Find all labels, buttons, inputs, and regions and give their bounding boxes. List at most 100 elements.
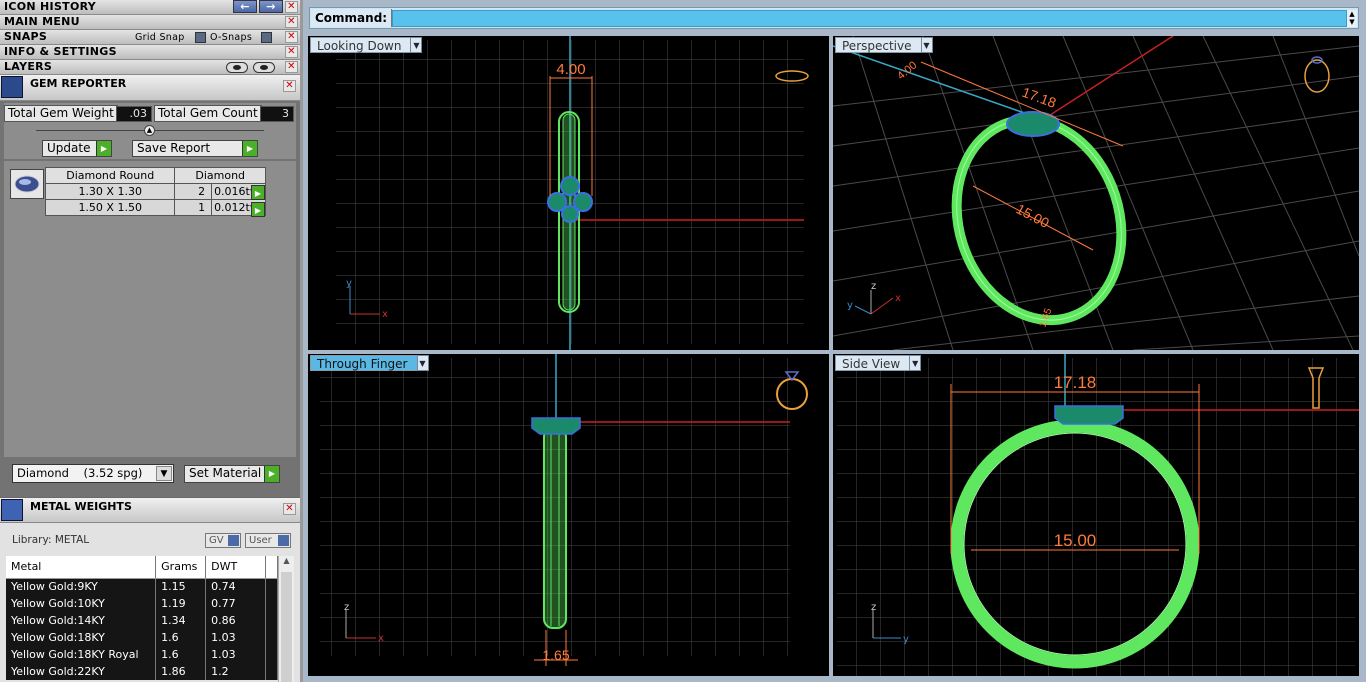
- scroll-arrows-icon[interactable]: ▲ ▼: [1347, 10, 1357, 27]
- gv-toggle[interactable]: GV: [205, 533, 241, 548]
- scrollbar[interactable]: ▲: [278, 556, 294, 682]
- close-icon[interactable]: ✕: [283, 503, 296, 515]
- grid-snap-label: Grid Snap: [135, 32, 185, 43]
- dim-persp-inner: 15.00: [1014, 201, 1053, 232]
- gem-reporter-panel: GEM REPORTER ✕ Total Gem Weight .03 Tota…: [0, 75, 300, 497]
- close-icon[interactable]: ✕: [285, 1, 298, 13]
- viewport-label[interactable]: Perspective ▼: [835, 37, 933, 53]
- viewport-label[interactable]: Side View ▼: [835, 355, 922, 371]
- ring-persp-icon[interactable]: [1304, 56, 1330, 93]
- layer-hide-icon[interactable]: [226, 62, 248, 73]
- table-row[interactable]: Yellow Gold:14KY 1.34 0.86: [6, 612, 278, 629]
- col-metal: Metal: [6, 556, 157, 579]
- dim-side-inner: 15.00: [1054, 531, 1097, 550]
- play-icon: ▶: [96, 141, 111, 156]
- metal-weights-icon: [1, 499, 23, 521]
- viewport-looking-down[interactable]: 4.00 x y Looking Down ▼: [308, 36, 829, 350]
- viewport-name: Perspective: [842, 39, 912, 53]
- perspective-canvas: 17.18 15.00 4.00 1.65 xzy: [833, 36, 1359, 350]
- update-label: Update: [47, 141, 91, 155]
- table-row[interactable]: 1.50 X 1.50 1 0.012tw: [44, 199, 266, 216]
- eye-icon[interactable]: [253, 62, 275, 73]
- close-icon[interactable]: ✕: [285, 16, 298, 28]
- metal-weights-panel: METAL WEIGHTS ✕ Library: METAL GV User M…: [0, 498, 300, 682]
- gem-size: 1.50 X 1.50: [44, 199, 176, 216]
- collapse-icon[interactable]: ▲: [144, 125, 155, 136]
- table-row[interactable]: 1.30 X 1.30 2 0.016tw: [44, 183, 266, 200]
- table-row[interactable]: Yellow Gold:22KY 1.86 1.2: [6, 663, 278, 680]
- close-icon[interactable]: ✕: [283, 80, 296, 92]
- chevron-down-icon[interactable]: ▼: [909, 355, 922, 371]
- chevron-down-icon[interactable]: ▼: [156, 466, 172, 481]
- chevron-down-icon[interactable]: ▼: [416, 355, 429, 371]
- viewport-name: Side View: [842, 357, 901, 371]
- gem-size: 1.30 X 1.30: [44, 183, 176, 200]
- metal-weights-header: METAL WEIGHTS ✕: [0, 498, 300, 523]
- info-settings-label: INFO & SETTINGS: [4, 45, 117, 58]
- info-settings-bar[interactable]: INFO & SETTINGS ✕: [0, 45, 300, 60]
- forward-arrow-icon[interactable]: →: [259, 0, 283, 13]
- table-row[interactable]: Yellow Gold:18KY 1.6 1.03: [6, 629, 278, 646]
- layers-bar[interactable]: LAYERS ✕: [0, 60, 300, 75]
- material-value: Diamond (3.52 spg): [17, 466, 143, 480]
- row-action-icon[interactable]: ▶: [251, 202, 265, 217]
- viewport-label[interactable]: Looking Down ▼: [310, 37, 423, 53]
- o-snaps-checkbox[interactable]: [261, 32, 272, 43]
- gv-label: GV: [209, 535, 224, 546]
- save-report-button[interactable]: Save Report ▶: [132, 140, 258, 157]
- scroll-thumb[interactable]: [281, 572, 292, 682]
- user-label: User: [249, 535, 272, 546]
- dim-band-width: 1.65: [542, 647, 569, 663]
- table-row[interactable]: Yellow Gold:18KY Royal 1.6 1.03: [6, 646, 278, 663]
- svg-text:x: x: [378, 633, 384, 644]
- chevron-down-icon[interactable]: ▼: [410, 37, 423, 53]
- svg-text:z: z: [871, 281, 876, 292]
- row-action-icon[interactable]: ▶: [251, 185, 265, 200]
- left-panel: ICON HISTORY ← → ✕ MAIN MENU ✕ SNAPS Grid…: [0, 0, 300, 682]
- gem-table: Diamond Round Diamond 1.30 X 1.30 2 0.016tw…: [44, 167, 266, 216]
- gem-reporter-title: GEM REPORTER: [30, 77, 127, 90]
- snaps-bar[interactable]: SNAPS Grid Snap O-Snaps ✕: [0, 30, 300, 45]
- viewport-side-view[interactable]: 17.18 15.00 y z Side View ▼: [833, 354, 1359, 676]
- scroll-up-icon[interactable]: ▲: [279, 556, 294, 565]
- gem-reporter-icon: [1, 76, 23, 98]
- main-menu-label: MAIN MENU: [4, 15, 80, 28]
- user-toggle[interactable]: User: [245, 533, 291, 548]
- chevron-down-icon[interactable]: ▼: [920, 37, 933, 53]
- back-arrow-icon[interactable]: ←: [233, 0, 257, 13]
- total-gem-weight-label: Total Gem Weight: [4, 105, 118, 122]
- icon-history-bar[interactable]: ICON HISTORY ← → ✕: [0, 0, 300, 15]
- dim-persp-outer: 17.18: [1020, 84, 1059, 111]
- svg-text:x: x: [895, 293, 901, 304]
- col-material: Diamond: [174, 167, 266, 184]
- col-shape: Diamond Round: [44, 167, 176, 184]
- viewport-name: Looking Down: [317, 39, 402, 53]
- viewport-label[interactable]: Through Finger ▼: [310, 355, 429, 371]
- command-input[interactable]: [392, 10, 1347, 27]
- svg-text:y: y: [346, 278, 352, 289]
- close-icon[interactable]: ✕: [285, 61, 298, 73]
- looking-down-canvas: 4.00 x y: [336, 36, 809, 350]
- library-label: Library: METAL: [12, 534, 90, 546]
- material-select[interactable]: Diamond (3.52 spg) ▼: [12, 464, 174, 483]
- main-menu-bar[interactable]: MAIN MENU ✕: [0, 15, 300, 30]
- table-row[interactable]: Yellow Gold:10KY 1.19 0.77: [6, 595, 278, 612]
- close-icon[interactable]: ✕: [285, 31, 298, 43]
- dim-side-outer: 17.18: [1054, 373, 1097, 392]
- table-row[interactable]: Yellow Gold:9KY 1.15 0.74: [6, 578, 278, 595]
- grid-snap-checkbox[interactable]: [195, 32, 206, 43]
- icon-history-label: ICON HISTORY: [4, 0, 97, 13]
- update-button[interactable]: Update ▶: [42, 140, 112, 157]
- close-icon[interactable]: ✕: [285, 46, 298, 58]
- set-material-button[interactable]: Set Material ▶: [184, 465, 280, 483]
- viewport-through-finger[interactable]: 1.65 x z Through Finger ▼: [308, 354, 829, 676]
- viewport-perspective[interactable]: 17.18 15.00 4.00 1.65 xzy Perspective ▼: [833, 36, 1359, 350]
- svg-text:y: y: [903, 634, 909, 645]
- command-label: Command:: [311, 9, 393, 27]
- o-snaps-label: O-Snaps: [210, 32, 253, 43]
- dim-width-top: 4.00: [556, 61, 585, 78]
- total-gem-count-label: Total Gem Count: [154, 105, 262, 122]
- snaps-label: SNAPS: [4, 30, 48, 43]
- svg-text:y: y: [847, 300, 853, 311]
- svg-text:z: z: [871, 602, 876, 613]
